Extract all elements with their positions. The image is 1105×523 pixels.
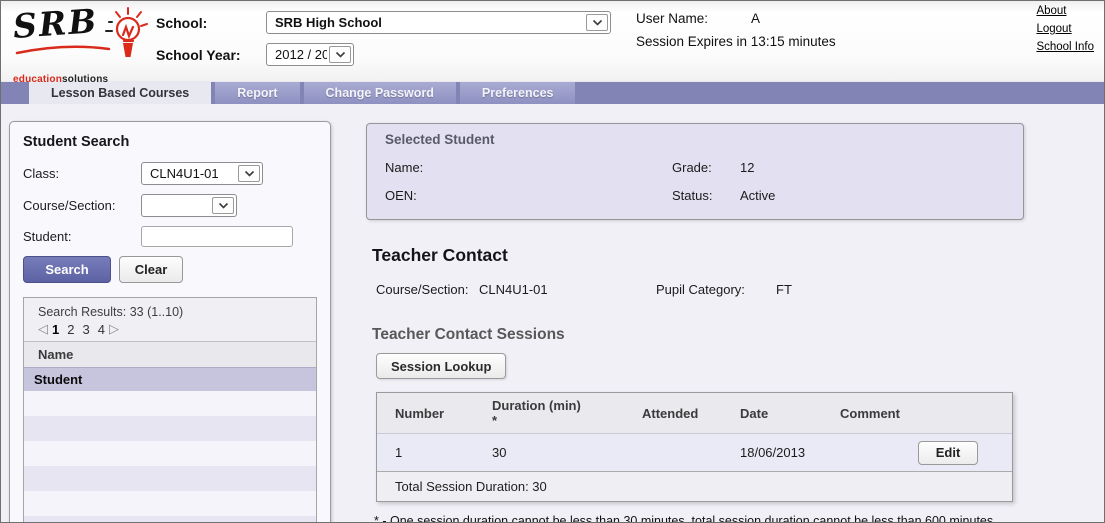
chevron-down-icon[interactable]	[238, 165, 260, 182]
main-column: Selected Student Name: Grade: 12 OEN: St…	[366, 123, 1024, 523]
session-duration: 30	[492, 445, 642, 460]
duration-footnote: * - One session duration cannot be less …	[374, 512, 1022, 523]
teacher-contact-heading: Teacher Contact	[372, 245, 1024, 266]
search-results-box: Search Results: 33 (1..10) ◁ 1 2 3 4 ▷ N…	[23, 297, 317, 523]
student-input[interactable]	[141, 226, 293, 247]
results-count-text: Search Results: 33 (1..10)	[38, 305, 316, 319]
lightbulb-icon	[104, 5, 152, 61]
pupil-category-value: FT	[776, 282, 792, 297]
school-year-select[interactable]: 2012 / 2013	[266, 43, 354, 66]
pager-prev-icon[interactable]: ◁	[38, 321, 48, 337]
sessions-table: Number Duration (min) * Attended Date Co…	[376, 392, 1013, 502]
duration-asterisk: *	[492, 413, 642, 428]
oen-label: OEN:	[385, 188, 672, 203]
header-links: About Logout School Info	[1036, 5, 1094, 59]
chevron-down-icon[interactable]	[329, 46, 351, 63]
session-info: User Name: A Session Expires in 13:15 mi…	[636, 11, 836, 49]
status-value: Active	[740, 188, 1005, 203]
school-label: School:	[156, 15, 266, 31]
school-select[interactable]: SRB High School	[266, 11, 611, 34]
chevron-down-icon[interactable]	[586, 14, 608, 31]
result-row-empty[interactable]	[24, 391, 316, 416]
chevron-down-icon[interactable]	[212, 197, 234, 214]
content-area: Student Search Class: CLN4U1-01 Course/S…	[1, 104, 1104, 523]
pupil-category-label: Pupil Category:	[656, 282, 776, 297]
user-name-value: A	[751, 11, 760, 26]
results-pagination: ◁ 1 2 3 4 ▷	[38, 321, 316, 337]
srb-logo: SRB	[13, 7, 153, 85]
session-expiry-text: Session Expires in 13:15 minutes	[636, 34, 836, 49]
main-nav-tabbar: Lesson Based Courses Report Change Passw…	[1, 81, 1104, 104]
pager-page-2[interactable]: 2	[67, 322, 74, 337]
results-summary: Search Results: 33 (1..10) ◁ 1 2 3 4 ▷	[24, 298, 316, 341]
col-date: Date	[740, 406, 840, 421]
tab-report[interactable]: Report	[215, 82, 299, 104]
student-label: Student:	[23, 229, 141, 244]
col-duration: Duration (min) *	[492, 398, 642, 428]
course-section-detail-label: Course/Section:	[376, 282, 479, 297]
col-attended: Attended	[642, 406, 740, 421]
user-name-label: User Name:	[636, 11, 751, 26]
session-row: 1 30 18/06/2013 Edit	[377, 433, 1012, 471]
grade-label: Grade:	[672, 160, 740, 175]
course-section-select[interactable]	[141, 194, 237, 217]
session-lookup-button[interactable]: Session Lookup	[376, 353, 506, 379]
session-number: 1	[377, 445, 492, 460]
logout-link[interactable]: Logout	[1036, 23, 1094, 35]
result-row-empty[interactable]	[24, 416, 316, 441]
teacher-contact-sessions-heading: Teacher Contact Sessions	[372, 326, 1024, 344]
results-name-column-header: Name	[24, 341, 316, 367]
session-date: 18/06/2013	[740, 445, 840, 460]
student-search-panel: Student Search Class: CLN4U1-01 Course/S…	[9, 121, 331, 523]
logo-underline-swoosh	[15, 45, 111, 55]
teacher-contact-details: Course/Section: CLN4U1-01 Pupil Category…	[376, 282, 1024, 297]
sessions-table-header: Number Duration (min) * Attended Date Co…	[377, 393, 1012, 433]
school-selectors: School: SRB High School School Year: 201…	[156, 11, 611, 75]
pager-page-3[interactable]: 3	[82, 322, 89, 337]
result-row-empty[interactable]	[24, 491, 316, 516]
selected-student-title: Selected Student	[385, 132, 1005, 147]
edit-button[interactable]: Edit	[918, 441, 978, 465]
name-label: Name:	[385, 160, 672, 175]
student-search-title: Student Search	[23, 134, 317, 150]
clear-button[interactable]: Clear	[119, 256, 183, 283]
app-header: SRB	[1, 1, 1104, 81]
grade-value: 12	[740, 160, 1005, 175]
tab-preferences[interactable]: Preferences	[460, 82, 576, 104]
logo-brand-text: SRB	[12, 4, 99, 44]
tab-change-password[interactable]: Change Password	[304, 82, 456, 104]
result-row-empty[interactable]	[24, 516, 316, 523]
result-row-selected[interactable]: Student	[24, 367, 316, 391]
search-button[interactable]: Search	[23, 256, 111, 283]
tab-lesson-based-courses[interactable]: Lesson Based Courses	[29, 82, 211, 104]
pager-page-4[interactable]: 4	[98, 322, 105, 337]
col-comment: Comment	[840, 406, 918, 421]
about-link[interactable]: About	[1036, 5, 1094, 17]
col-number: Number	[377, 406, 492, 421]
school-info-link[interactable]: School Info	[1036, 41, 1094, 53]
course-section-label: Course/Section:	[23, 198, 141, 213]
app-window: SRB	[0, 0, 1105, 523]
course-section-detail-value: CLN4U1-01	[479, 282, 656, 297]
pager-page-1[interactable]: 1	[52, 322, 59, 337]
status-label: Status:	[672, 188, 740, 203]
result-row-empty[interactable]	[24, 466, 316, 491]
selected-student-panel: Selected Student Name: Grade: 12 OEN: St…	[366, 123, 1024, 220]
logo-tagline: educationsolutions	[13, 74, 153, 85]
school-year-label: School Year:	[156, 47, 266, 63]
pager-next-icon[interactable]: ▷	[109, 321, 119, 337]
class-label: Class:	[23, 166, 141, 181]
total-session-duration: Total Session Duration: 30	[377, 471, 1012, 501]
result-row-empty[interactable]	[24, 441, 316, 466]
class-select[interactable]: CLN4U1-01	[141, 162, 263, 185]
